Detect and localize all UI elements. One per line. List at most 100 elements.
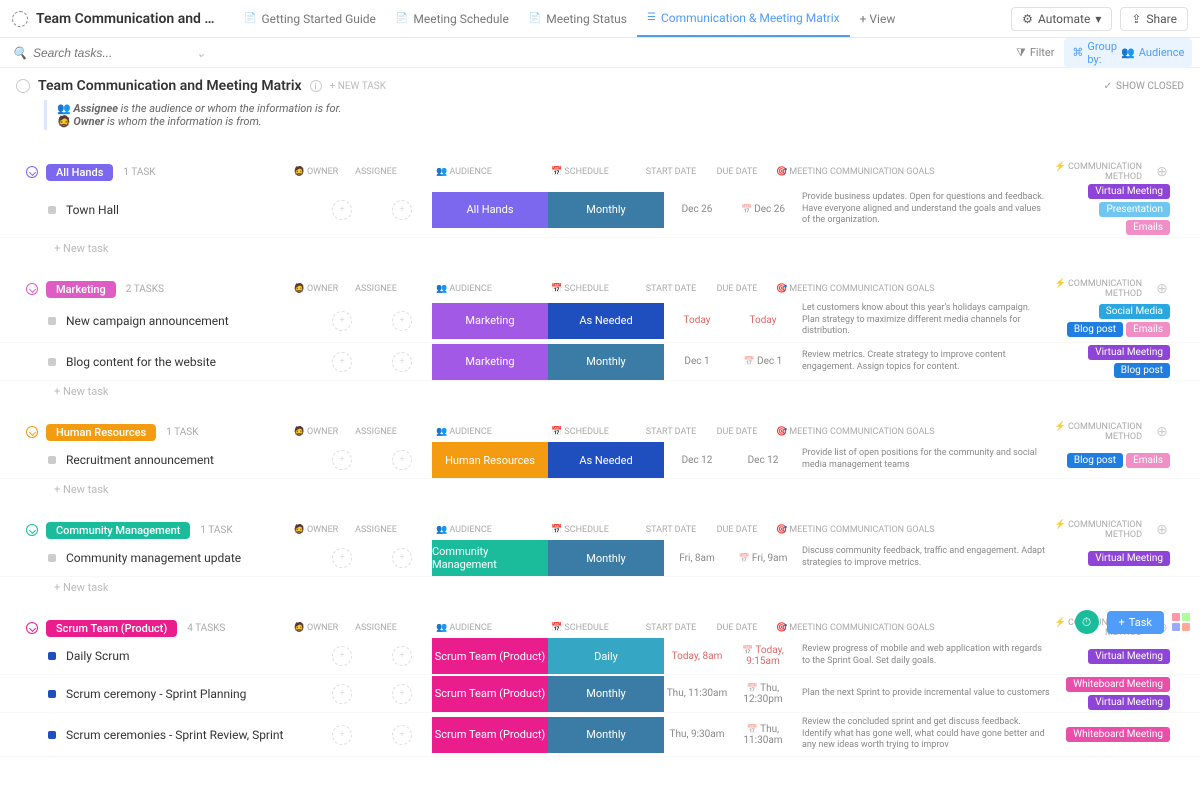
- start-date[interactable]: Dec 26: [664, 204, 730, 215]
- col-add[interactable]: ⊕: [1150, 522, 1174, 538]
- col-owner[interactable]: 🧔OWNER: [286, 525, 346, 535]
- col-start[interactable]: START DATE: [638, 427, 704, 437]
- collapse-icon[interactable]: [26, 283, 38, 295]
- col-goals[interactable]: 🎯MEETING COMMUNICATION GOALS: [770, 284, 1030, 294]
- method-tag[interactable]: Presentation: [1099, 202, 1170, 217]
- goals-cell[interactable]: Provide list of open positions for the c…: [796, 444, 1056, 475]
- method-tag[interactable]: Emails: [1126, 220, 1170, 235]
- col-start[interactable]: START DATE: [638, 284, 704, 294]
- col-start[interactable]: START DATE: [638, 167, 704, 177]
- status-dot[interactable]: [48, 206, 56, 214]
- task-row[interactable]: New campaign announcement + + Marketing …: [0, 299, 1200, 343]
- task-row[interactable]: Blog content for the website + + Marketi…: [0, 343, 1200, 381]
- record-button[interactable]: ⏱: [1075, 610, 1099, 634]
- status-dot[interactable]: [48, 690, 56, 698]
- owner-cell[interactable]: +: [312, 548, 372, 568]
- task-name[interactable]: Blog content for the website: [66, 355, 312, 369]
- info-icon[interactable]: i: [310, 80, 322, 92]
- assignee-cell[interactable]: +: [372, 646, 432, 666]
- method-tag[interactable]: Virtual Meeting: [1088, 345, 1170, 360]
- col-audience[interactable]: 👥AUDIENCE: [406, 427, 522, 437]
- group-chip[interactable]: Marketing: [46, 281, 116, 298]
- group-chip[interactable]: All Hands: [46, 164, 113, 181]
- task-name[interactable]: Town Hall: [66, 203, 312, 217]
- new-task-link[interactable]: + New task: [0, 479, 1200, 496]
- goals-cell[interactable]: Let customers know about this year's hol…: [796, 299, 1056, 342]
- due-date[interactable]: 📅Thu, 11:30am: [730, 724, 796, 746]
- method-tag[interactable]: Virtual Meeting: [1088, 649, 1170, 664]
- doc-title[interactable]: Team Communication and Meeting Ma...: [36, 11, 216, 27]
- owner-cell[interactable]: +: [312, 450, 372, 470]
- goals-cell[interactable]: Provide business updates. Open for quest…: [796, 188, 1056, 231]
- audience-cell[interactable]: Scrum Team (Product): [432, 717, 548, 753]
- goals-cell[interactable]: Plan the next Sprint to provide incremen…: [796, 684, 1056, 704]
- col-due[interactable]: DUE DATE: [704, 167, 770, 177]
- col-due[interactable]: DUE DATE: [704, 284, 770, 294]
- col-add[interactable]: ⊕: [1150, 424, 1174, 440]
- col-audience[interactable]: 👥AUDIENCE: [406, 167, 522, 177]
- due-date[interactable]: 📅Today, 9:15am: [730, 645, 796, 667]
- task-name[interactable]: Daily Scrum: [66, 649, 312, 663]
- tab-1[interactable]: 📄Meeting Schedule: [386, 0, 519, 37]
- method-tag[interactable]: Virtual Meeting: [1088, 695, 1170, 710]
- start-date[interactable]: Today: [664, 315, 730, 326]
- col-assignee[interactable]: ASSIGNEE: [346, 427, 406, 437]
- assignee-cell[interactable]: +: [372, 352, 432, 372]
- owner-cell[interactable]: +: [312, 646, 372, 666]
- search-input[interactable]: [33, 46, 190, 60]
- assignee-cell[interactable]: +: [372, 200, 432, 220]
- assignee-cell[interactable]: +: [372, 684, 432, 704]
- col-assignee[interactable]: ASSIGNEE: [346, 167, 406, 177]
- audience-cell[interactable]: Human Resources: [432, 442, 548, 478]
- col-schedule[interactable]: 📅SCHEDULE: [522, 284, 638, 294]
- task-row[interactable]: Community management update + + Communit…: [0, 540, 1200, 577]
- method-tag[interactable]: Blog post: [1114, 363, 1170, 378]
- method-tag[interactable]: Emails: [1126, 453, 1170, 468]
- task-name[interactable]: Community management update: [66, 551, 312, 565]
- col-audience[interactable]: 👥AUDIENCE: [406, 525, 522, 535]
- tab-0[interactable]: 📄Getting Started Guide: [234, 0, 386, 37]
- col-assignee[interactable]: ASSIGNEE: [346, 525, 406, 535]
- start-date[interactable]: Fri, 8am: [664, 553, 730, 564]
- start-date[interactable]: Thu, 11:30am: [664, 688, 730, 699]
- status-dot[interactable]: [48, 456, 56, 464]
- filter-button[interactable]: ⧩Filter: [1016, 46, 1054, 60]
- audience-cell[interactable]: All Hands: [432, 192, 548, 228]
- group-chip[interactable]: Human Resources: [46, 424, 156, 441]
- group-chip[interactable]: Scrum Team (Product): [46, 620, 177, 637]
- owner-cell[interactable]: +: [312, 725, 372, 745]
- owner-cell[interactable]: +: [312, 684, 372, 704]
- method-cell[interactable]: Virtual Meeting Blog post: [1056, 343, 1176, 380]
- owner-cell[interactable]: +: [312, 200, 372, 220]
- new-task-link[interactable]: + New task: [0, 577, 1200, 594]
- start-date[interactable]: Today, 8am: [664, 651, 730, 662]
- collapse-icon[interactable]: [26, 166, 38, 178]
- task-row[interactable]: Recruitment announcement + + Human Resou…: [0, 442, 1200, 479]
- method-tag[interactable]: Whiteboard Meeting: [1066, 677, 1170, 692]
- new-task-fab[interactable]: +Task: [1107, 611, 1164, 634]
- assignee-cell[interactable]: +: [372, 450, 432, 470]
- col-due[interactable]: DUE DATE: [704, 623, 770, 633]
- col-owner[interactable]: 🧔OWNER: [286, 623, 346, 633]
- schedule-cell[interactable]: Monthly: [548, 717, 664, 753]
- col-schedule[interactable]: 📅SCHEDULE: [522, 167, 638, 177]
- status-dot[interactable]: [48, 317, 56, 325]
- due-date[interactable]: 📅Dec 1: [730, 356, 796, 367]
- start-date[interactable]: Dec 1: [664, 356, 730, 367]
- task-row[interactable]: Scrum ceremony - Sprint Planning + + Scr…: [0, 675, 1200, 713]
- share-button[interactable]: ⇪ Share: [1120, 7, 1188, 31]
- schedule-cell[interactable]: As Needed: [548, 303, 664, 339]
- assignee-cell[interactable]: +: [372, 725, 432, 745]
- start-date[interactable]: Thu, 9:30am: [664, 729, 730, 740]
- method-cell[interactable]: Virtual Meeting: [1056, 549, 1176, 568]
- due-date[interactable]: 📅Dec 26: [730, 204, 796, 215]
- status-dot[interactable]: [48, 554, 56, 562]
- col-due[interactable]: DUE DATE: [704, 525, 770, 535]
- method-cell[interactable]: Social MediaBlog postEmails: [1056, 302, 1176, 339]
- col-goals[interactable]: 🎯MEETING COMMUNICATION GOALS: [770, 427, 1030, 437]
- audience-cell[interactable]: Scrum Team (Product): [432, 638, 548, 674]
- collapse-icon[interactable]: [26, 622, 38, 634]
- new-task-link[interactable]: + New task: [0, 238, 1200, 255]
- col-owner[interactable]: 🧔OWNER: [286, 167, 346, 177]
- search-zone[interactable]: 🔍 ⌄: [12, 46, 1006, 60]
